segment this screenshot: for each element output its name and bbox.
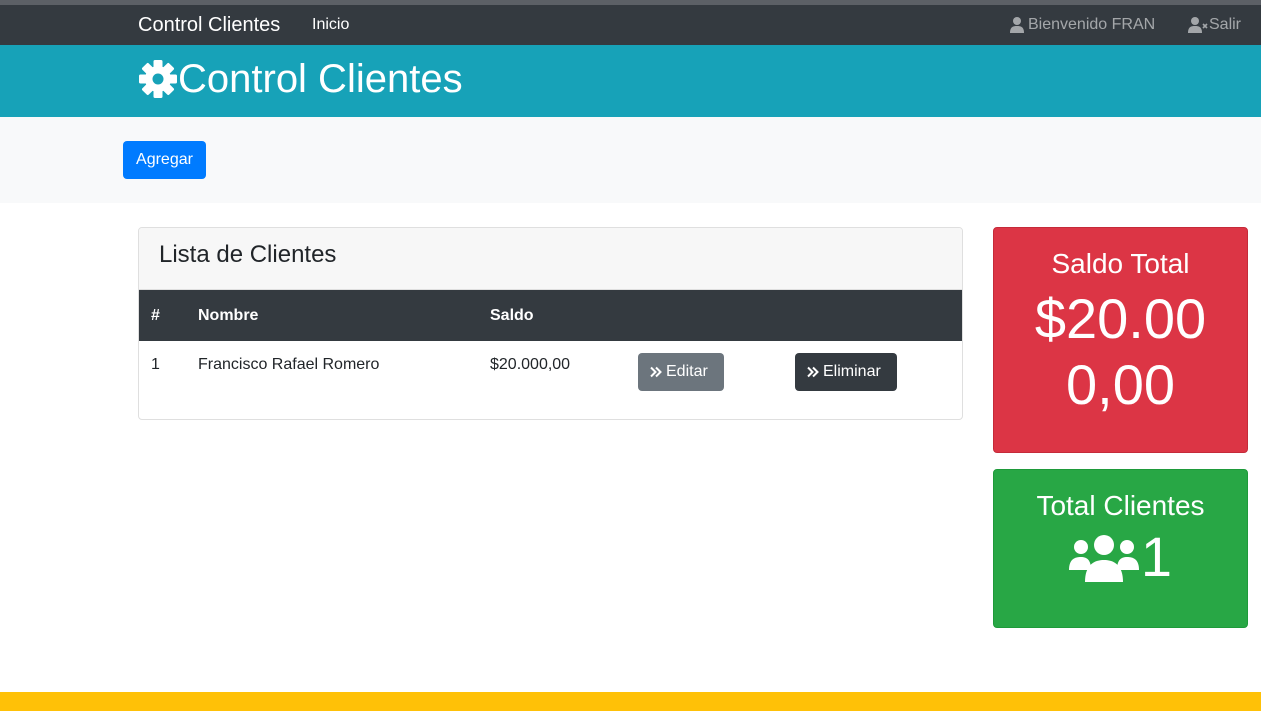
gear-icon: [139, 60, 177, 98]
user-icon: [1010, 17, 1024, 33]
edit-button[interactable]: Editar: [638, 353, 724, 391]
column-header-delete: [795, 290, 962, 341]
delete-label: Eliminar: [823, 363, 881, 380]
column-header-name: Nombre: [198, 306, 259, 324]
navbar: Control Clientes Inicio Bienvenido FRAN …: [0, 5, 1261, 45]
total-clients-card: Total Clientes 1: [993, 469, 1248, 628]
client-list-header: Lista de Clientes: [139, 228, 962, 290]
delete-button[interactable]: Eliminar: [795, 353, 897, 391]
page-title: Control Clientes: [138, 55, 463, 103]
nav-logout[interactable]: Salir: [1188, 16, 1241, 34]
page-title-text: Control Clientes: [178, 57, 463, 101]
client-list-card: Lista de Clientes # Nombre Saldo 1 Franc…: [138, 227, 963, 420]
row-balance: $20.000,00: [490, 356, 571, 373]
add-client-button[interactable]: Agregar: [123, 141, 206, 179]
column-header-edit: [638, 290, 795, 341]
double-chevron-right-icon: [807, 366, 819, 378]
logout-text: Salir: [1209, 16, 1242, 33]
total-balance-value: $20.000,00: [1034, 287, 1207, 416]
navbar-brand[interactable]: Control Clientes: [138, 14, 280, 37]
column-header-index: #: [151, 306, 160, 324]
client-table: # Nombre Saldo 1 Francisco Rafael Romero…: [139, 290, 962, 419]
users-icon: [1068, 535, 1139, 582]
user-times-icon: [1188, 17, 1208, 33]
nav-user-welcome[interactable]: Bienvenido FRAN: [1010, 16, 1155, 34]
table-row: 1 Francisco Rafael Romero $20.000,00 Edi…: [139, 341, 962, 419]
total-balance-title: Saldo Total: [1051, 248, 1190, 279]
total-clients-value: 1: [1140, 525, 1173, 588]
column-header-balance: Saldo: [490, 306, 534, 324]
hero-header: Control Clientes: [0, 45, 1261, 117]
total-clients-title: Total Clientes: [1036, 490, 1205, 521]
actions-bar: Agregar: [0, 117, 1261, 203]
row-name: Francisco Rafael Romero: [198, 356, 380, 373]
welcome-text: Bienvenido FRAN: [1028, 16, 1156, 33]
total-balance-card: Saldo Total $20.000,00: [993, 227, 1248, 453]
footer-bar: [0, 692, 1261, 711]
table-header-row: # Nombre Saldo: [139, 290, 962, 341]
double-chevron-right-icon: [650, 366, 662, 378]
row-index: 1: [151, 356, 160, 373]
nav-link-inicio[interactable]: Inicio: [312, 16, 349, 34]
edit-label: Editar: [666, 363, 708, 380]
